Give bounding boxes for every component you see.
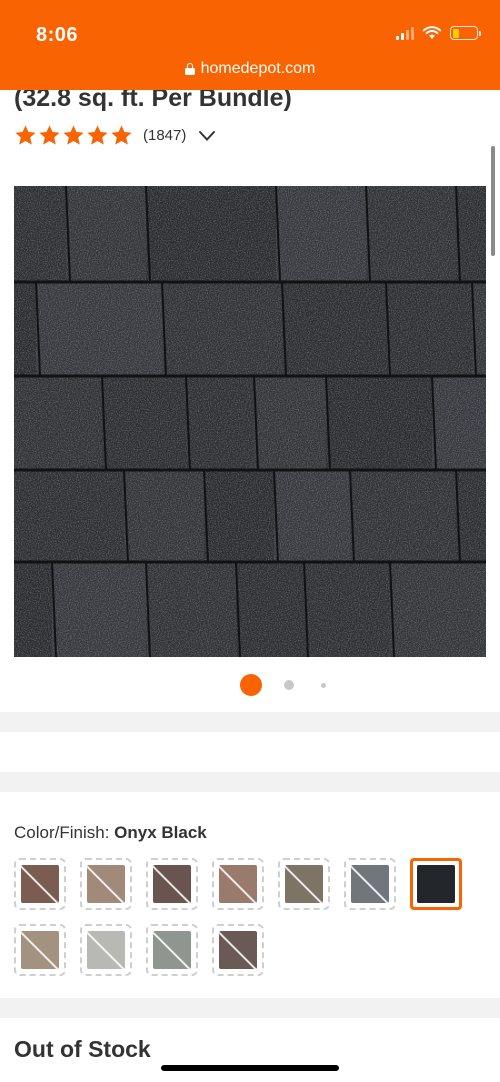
- color-swatch[interactable]: [146, 858, 198, 910]
- swatch-chip: [219, 865, 257, 903]
- color-swatch[interactable]: [212, 858, 264, 910]
- swatch-chip: [87, 931, 125, 969]
- unavailable-slash-icon: [351, 865, 389, 903]
- home-indicator[interactable]: [161, 1065, 339, 1071]
- color-finish-label: Color/Finish: Onyx Black: [14, 823, 207, 842]
- unavailable-slash-icon: [153, 865, 191, 903]
- color-swatch[interactable]: [80, 858, 132, 910]
- wifi-icon: [422, 26, 442, 39]
- chevron-down-icon[interactable]: [198, 130, 216, 142]
- unavailable-slash-icon: [21, 931, 59, 969]
- section-divider: [0, 998, 500, 1018]
- color-swatch[interactable]: [212, 924, 264, 976]
- swatch-chip: [21, 865, 59, 903]
- color-swatch-selected[interactable]: [410, 858, 462, 910]
- section-divider: [0, 712, 500, 732]
- swatch-chip: [21, 931, 59, 969]
- swatch-chip: [87, 865, 125, 903]
- swatch-chip: [219, 931, 257, 969]
- status-icons: [396, 26, 481, 40]
- rating-stars: [14, 124, 133, 147]
- star-icon: [111, 125, 132, 145]
- product-image[interactable]: [14, 186, 486, 657]
- selected-color-name: Onyx Black: [114, 823, 207, 842]
- rating-count: (1847): [143, 127, 187, 144]
- unavailable-slash-icon: [219, 865, 257, 903]
- status-and-url-bar: 8:06 homedepot.com: [0, 0, 500, 90]
- color-swatch[interactable]: [278, 858, 330, 910]
- color-swatch[interactable]: [14, 858, 66, 910]
- swatch-chip: [153, 865, 191, 903]
- status-time: 8:06: [36, 24, 79, 46]
- unavailable-slash-icon: [87, 865, 125, 903]
- color-swatch[interactable]: [14, 924, 66, 976]
- product-rating[interactable]: (1847): [14, 124, 216, 147]
- color-swatch[interactable]: [146, 924, 198, 976]
- availability-heading: Out of Stock: [14, 1036, 151, 1062]
- unavailable-slash-icon: [87, 931, 125, 969]
- unavailable-slash-icon: [153, 931, 191, 969]
- scroll-indicator: [491, 146, 495, 256]
- carousel-dot-2[interactable]: [284, 680, 294, 690]
- url-bar[interactable]: homedepot.com: [0, 60, 500, 78]
- carousel-dot-3[interactable]: [321, 683, 326, 688]
- star-icon: [39, 125, 60, 145]
- star-icon: [15, 125, 36, 145]
- star-icon: [87, 125, 108, 145]
- battery-icon: [450, 26, 481, 40]
- swatch-chip: [351, 865, 389, 903]
- unavailable-slash-icon: [285, 865, 323, 903]
- swatch-chip: [153, 931, 191, 969]
- swatch-chip: [285, 865, 323, 903]
- shingle-texture-image: [14, 186, 486, 657]
- star-icon: [63, 125, 84, 145]
- carousel-dot-1-active[interactable]: [240, 674, 262, 696]
- lock-icon: [184, 63, 195, 75]
- color-swatch[interactable]: [344, 858, 396, 910]
- color-swatch[interactable]: [80, 924, 132, 976]
- url-domain: homedepot.com: [200, 60, 316, 77]
- section-divider: [0, 772, 500, 792]
- swatch-chip: [417, 865, 455, 903]
- unavailable-slash-icon: [21, 865, 59, 903]
- unavailable-slash-icon: [219, 931, 257, 969]
- empty-section: [0, 732, 500, 772]
- cellular-signal-icon: [396, 26, 414, 40]
